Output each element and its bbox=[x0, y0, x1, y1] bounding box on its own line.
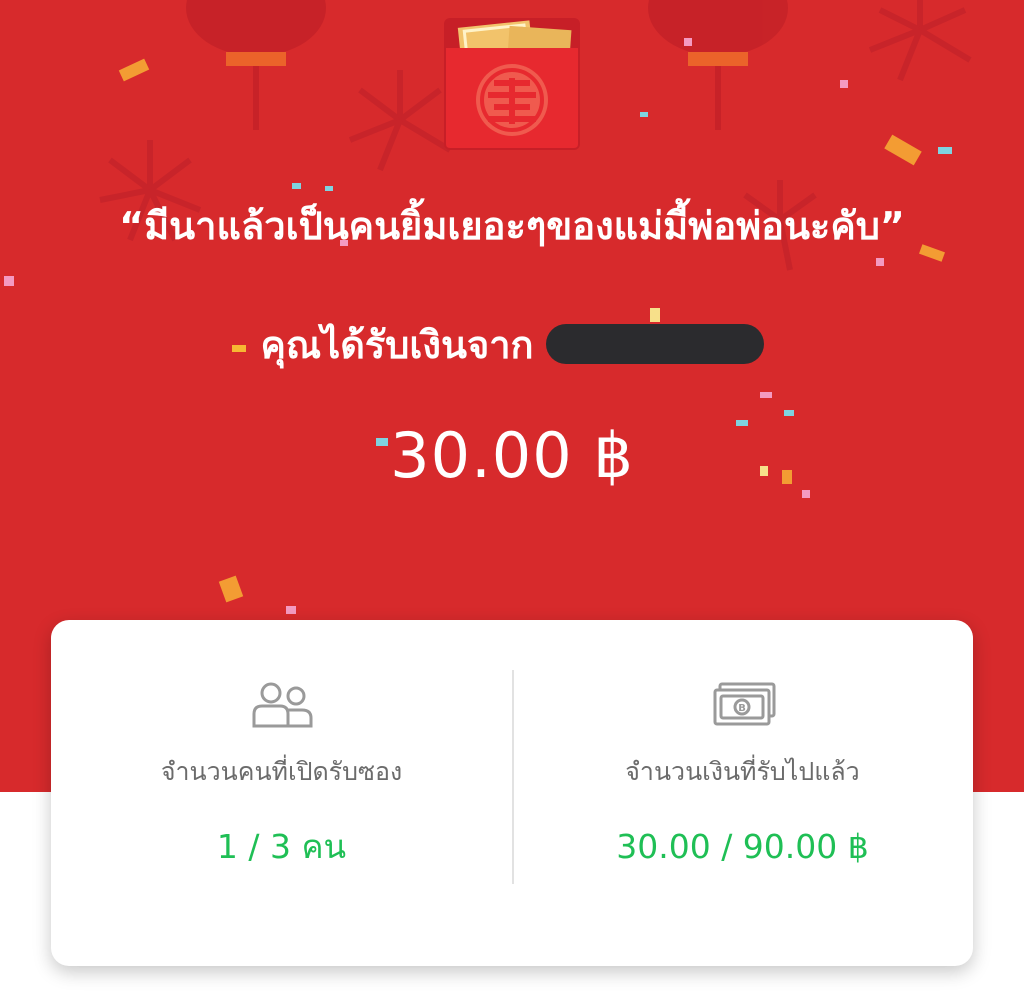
lantern-left bbox=[186, 0, 326, 130]
opened-count-label: จำนวนคนที่เปิดรับซอง bbox=[160, 757, 403, 786]
sender-row: คุณได้รับเงินจาก bbox=[0, 314, 1024, 374]
received-amount: 30.00 ฿ bbox=[390, 419, 634, 492]
banknote-icon: B bbox=[713, 682, 776, 726]
sender-label: คุณได้รับเงินจาก bbox=[260, 322, 534, 367]
received-amount-value: 30.00 / 90.00 ฿ bbox=[616, 827, 869, 866]
people-icon bbox=[252, 682, 313, 728]
red-envelope-icon bbox=[444, 18, 580, 150]
lantern-right bbox=[648, 0, 788, 130]
received-amount-section: B จำนวนเงินที่รับไปแล้ว 30.00 / 90.00 ฿ bbox=[512, 620, 973, 966]
summary-card: จำนวนคนที่เปิดรับซอง 1 / 3 คน B จำนวนเงิ… bbox=[51, 620, 973, 966]
opened-count-section: จำนวนคนที่เปิดรับซอง 1 / 3 คน bbox=[51, 620, 512, 966]
sender-name-redacted bbox=[545, 324, 764, 364]
greeting-message: “มีนาแล้วเป็นคนยิ้มเยอะๆของแม่มี้พ่อพ่อน… bbox=[119, 204, 905, 248]
opened-count-value: 1 / 3 คน bbox=[216, 827, 347, 866]
svg-text:B: B bbox=[738, 703, 746, 714]
received-amount-label: จำนวนเงินที่รับไปแล้ว bbox=[625, 757, 860, 786]
